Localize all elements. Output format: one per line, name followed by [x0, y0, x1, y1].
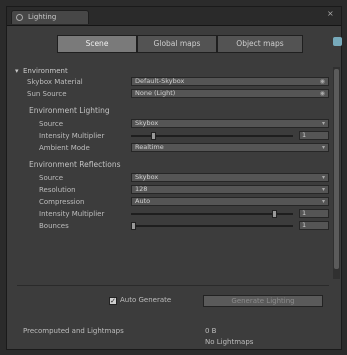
divider — [17, 285, 329, 286]
auto-generate-checkbox[interactable]: ✓ — [109, 297, 117, 305]
light-source-dropdown[interactable]: Skybox ▾ — [131, 119, 329, 128]
light-source-row: Source Skybox ▾ — [7, 119, 341, 129]
tab-scene[interactable]: Scene — [57, 35, 137, 53]
light-intensity-input[interactable]: 1 — [299, 131, 329, 140]
refl-intensity-row: Intensity Multiplier 1 — [7, 209, 341, 219]
sun-label: Sun Source — [27, 90, 67, 98]
light-intensity-thumb[interactable] — [150, 132, 156, 140]
auto-generate-label: Auto Generate — [120, 296, 172, 304]
compression-dropdown[interactable]: Auto ▾ — [131, 197, 329, 206]
sun-field[interactable]: None (Light) ◉ — [131, 89, 329, 98]
window-tab[interactable]: Lighting — [11, 10, 89, 24]
close-icon[interactable]: × — [327, 10, 334, 18]
settings-icon[interactable] — [333, 37, 342, 46]
refl-source-value: Skybox — [135, 173, 159, 181]
chevron-down-icon: ▾ — [321, 186, 325, 193]
light-intensity-label: Intensity Multiplier — [39, 132, 105, 140]
chevron-down-icon: ▾ — [321, 120, 325, 127]
lighting-window: Lighting × Scene Global maps Object maps… — [6, 6, 342, 350]
tab-global-maps[interactable]: Global maps — [137, 35, 217, 53]
environment-lighting-header: Environment Lighting — [29, 106, 110, 115]
ambient-mode-label: Ambient Mode — [39, 144, 90, 152]
skybox-label: Skybox Material — [27, 78, 83, 86]
chevron-down-icon: ▾ — [321, 144, 325, 151]
bounces-input[interactable]: 1 — [299, 221, 329, 230]
ambient-mode-value: Realtime — [135, 143, 164, 151]
bounces-row: Bounces 1 — [7, 221, 341, 231]
environment-foldout[interactable]: ▾ Environment — [7, 66, 341, 76]
bounces-thumb[interactable] — [131, 222, 136, 230]
refl-intensity-input[interactable]: 1 — [299, 209, 329, 218]
ambient-mode-row: Ambient Mode Realtime ▾ — [7, 143, 341, 153]
compression-value: Auto — [135, 197, 151, 205]
refl-source-dropdown[interactable]: Skybox ▾ — [131, 173, 329, 182]
tab-object-maps[interactable]: Object maps — [217, 35, 303, 53]
compression-row: Compression Auto ▾ — [7, 197, 341, 207]
resolution-row: Resolution 128 ▾ — [7, 185, 341, 195]
resolution-value: 128 — [135, 185, 148, 193]
foldout-arrow-icon: ▾ — [15, 67, 19, 75]
skybox-row: Skybox Material Default-Skybox ◉ — [7, 77, 341, 87]
refl-intensity-track[interactable] — [131, 213, 293, 215]
tab-bar: Scene Global maps Object maps — [17, 35, 329, 53]
refl-intensity-thumb[interactable] — [272, 210, 278, 218]
lighting-icon — [16, 14, 23, 21]
compression-label: Compression — [39, 198, 85, 206]
resolution-dropdown[interactable]: 128 ▾ — [131, 185, 329, 194]
bounces-track[interactable] — [131, 225, 293, 227]
window-title: Lighting — [28, 13, 57, 21]
stats-lightmaps: No Lightmaps — [205, 338, 254, 346]
sun-value: None (Light) — [135, 89, 176, 97]
light-intensity-row: Intensity Multiplier 1 — [7, 131, 341, 141]
chevron-down-icon: ▾ — [321, 198, 325, 205]
title-bar: Lighting × — [7, 7, 341, 26]
generate-lighting-button[interactable]: Generate Lighting — [203, 295, 323, 307]
light-source-label: Source — [39, 120, 64, 128]
refl-source-label: Source — [39, 174, 64, 182]
light-source-value: Skybox — [135, 119, 159, 127]
skybox-value: Default-Skybox — [135, 77, 185, 85]
stats-size: 0 B — [205, 327, 217, 335]
environment-header: Environment — [23, 67, 68, 75]
stats-label: Precomputed and Lightmaps — [23, 327, 124, 335]
ambient-mode-dropdown[interactable]: Realtime ▾ — [131, 143, 329, 152]
chevron-down-icon: ▾ — [321, 174, 325, 181]
scrollbar-thumb[interactable] — [334, 69, 339, 269]
bounces-label: Bounces — [39, 222, 69, 230]
refl-intensity-label: Intensity Multiplier — [39, 210, 105, 218]
sun-row: Sun Source None (Light) ◉ — [7, 89, 341, 99]
refl-source-row: Source Skybox ▾ — [7, 173, 341, 183]
resolution-label: Resolution — [39, 186, 76, 194]
object-picker-icon[interactable]: ◉ — [320, 78, 325, 85]
skybox-field[interactable]: Default-Skybox ◉ — [131, 77, 329, 86]
object-picker-icon[interactable]: ◉ — [320, 90, 325, 97]
environment-reflections-header: Environment Reflections — [29, 160, 121, 169]
